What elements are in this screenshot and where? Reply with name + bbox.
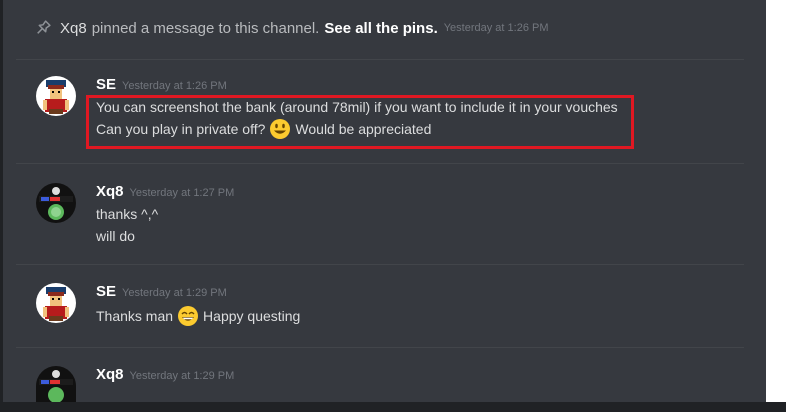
message-divider <box>16 59 744 60</box>
window-frame-bottom <box>0 402 786 412</box>
message-text: Happy questing <box>203 308 301 324</box>
message-divider <box>16 264 744 265</box>
avatar[interactable] <box>36 183 76 223</box>
pin-notice-user[interactable]: Xq8 <box>60 20 87 37</box>
message-divider <box>16 347 744 348</box>
pin-notice: Xq8 pinned a message to this channel. Se… <box>34 16 549 40</box>
message-author[interactable]: Xq8 <box>96 366 124 383</box>
message-author[interactable]: SE <box>96 76 116 93</box>
avatar[interactable] <box>36 366 76 402</box>
avatar[interactable] <box>36 283 76 323</box>
grinning-emoji-icon <box>178 306 199 326</box>
message-text: Thanks man <box>96 308 174 324</box>
message-line: will do <box>96 228 135 244</box>
see-all-pins-link[interactable]: See all the pins. <box>324 20 437 37</box>
pin-notice-text: pinned a message to this channel. <box>91 19 320 37</box>
message-line: Thanks man Happy questing <box>96 305 300 327</box>
message-timestamp: Yesterday at 1:29 PM <box>129 370 235 382</box>
message-divider <box>16 163 744 164</box>
message-author[interactable]: SE <box>96 283 116 300</box>
pin-notice-timestamp: Yesterday at 1:26 PM <box>443 22 549 34</box>
message-timestamp: Yesterday at 1:29 PM <box>122 287 227 299</box>
message-line: thanks ^,^ <box>96 206 159 222</box>
message-timestamp: Yesterday at 1:27 PM <box>129 187 235 199</box>
window-frame-left <box>0 0 3 412</box>
message-timestamp: Yesterday at 1:26 PM <box>122 80 227 92</box>
message-author[interactable]: Xq8 <box>96 183 124 200</box>
window-frame-right <box>766 0 786 402</box>
avatar[interactable] <box>36 76 76 116</box>
highlight-box <box>86 95 634 149</box>
pin-icon <box>37 20 51 34</box>
